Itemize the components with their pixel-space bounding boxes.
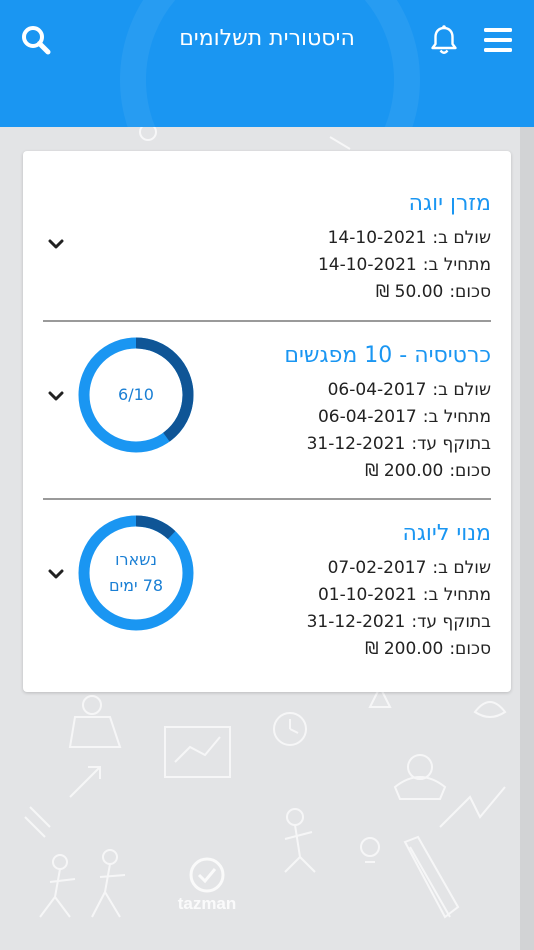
amount-row: סכום: 50.00 ₪ — [376, 281, 491, 303]
app-header: היסטורית תשלומים — [0, 0, 534, 127]
paid-date-row: שולם ב: 07-02-2017 — [328, 557, 491, 579]
payment-title: מנוי ליוגה — [402, 521, 491, 546]
search-icon — [22, 26, 51, 55]
tazman-logo: tazman — [178, 857, 237, 913]
amount-label: סכום: — [449, 282, 491, 302]
payment-title: כרטיסיה - 10 מפגשים — [284, 343, 491, 368]
valid-label: בתוקף עד: — [411, 434, 491, 454]
paid-label: שולם ב: — [432, 228, 491, 248]
valid-until-row: בתוקף עד: 31-12-2021 — [307, 611, 491, 633]
chevron-down-icon — [48, 569, 64, 579]
paid-label: שולם ב: — [432, 558, 491, 578]
sessions-progress-ring: 6/10 — [78, 337, 194, 453]
ring-label: 6/10 — [78, 337, 194, 453]
chevron-down-icon — [48, 391, 64, 401]
paid-date-row: שולם ב: 14-10-2021 — [328, 227, 491, 249]
paid-date: 14-10-2021 — [327, 228, 427, 248]
expand-button[interactable] — [45, 563, 67, 585]
start-label: מתחיל ב: — [422, 585, 491, 605]
expand-button[interactable] — [45, 233, 67, 255]
ring-label: נשארו 78 ימים — [78, 515, 194, 631]
scrollbar-track[interactable] — [520, 127, 534, 950]
payment-item[interactable]: מנוי ליוגה שולם ב: 07-02-2017 מתחיל ב: 0… — [23, 500, 511, 690]
paid-label: שולם ב: — [432, 380, 491, 400]
start-date-row: מתחיל ב: 06-04-2017 — [318, 406, 491, 428]
valid-date: 31-12-2021 — [306, 612, 406, 632]
svg-text:tazman: tazman — [178, 894, 237, 913]
start-date-row: מתחיל ב: 14-10-2021 — [318, 254, 491, 276]
start-label: מתחיל ב: — [422, 407, 491, 427]
amount-value: 50.00 ₪ — [375, 282, 444, 302]
paid-date: 06-04-2017 — [327, 380, 427, 400]
expand-button[interactable] — [45, 385, 67, 407]
days-remaining-value: 78 ימים — [108, 576, 164, 595]
payment-item[interactable]: מזרן יוגה שולם ב: 14-10-2021 מתחיל ב: 14… — [23, 151, 511, 321]
header-decoration — [120, 0, 420, 127]
days-remaining-label: נשארו — [115, 550, 157, 569]
amount-label: סכום: — [449, 639, 491, 659]
amount-value: 200.00 ₪ — [365, 639, 444, 659]
bell-icon — [431, 25, 457, 54]
amount-label: סכום: — [449, 461, 491, 481]
menu-icon — [484, 28, 512, 52]
chevron-down-icon — [48, 239, 64, 249]
days-remaining-ring: נשארו 78 ימים — [78, 515, 194, 631]
amount-value: 200.00 ₪ — [365, 461, 444, 481]
payment-item[interactable]: כרטיסיה - 10 מפגשים שולם ב: 06-04-2017 מ… — [23, 322, 511, 498]
notifications-button[interactable] — [426, 22, 462, 58]
valid-label: בתוקף עד: — [411, 612, 491, 632]
payment-title: מזרן יוגה — [408, 191, 491, 216]
search-button[interactable] — [18, 22, 54, 58]
amount-row: סכום: 200.00 ₪ — [365, 460, 491, 482]
valid-until-row: בתוקף עד: 31-12-2021 — [307, 433, 491, 455]
sessions-count: 6/10 — [118, 385, 154, 404]
menu-button[interactable] — [480, 22, 516, 58]
start-label: מתחיל ב: — [422, 255, 491, 275]
start-date: 14-10-2021 — [317, 255, 417, 275]
paid-date: 07-02-2017 — [327, 558, 427, 578]
valid-date: 31-12-2021 — [306, 434, 406, 454]
paid-date-row: שולם ב: 06-04-2017 — [328, 379, 491, 401]
start-date-row: מתחיל ב: 01-10-2021 — [318, 584, 491, 606]
amount-row: סכום: 200.00 ₪ — [365, 638, 491, 660]
start-date: 06-04-2017 — [317, 407, 417, 427]
payments-card: מזרן יוגה שולם ב: 14-10-2021 מתחיל ב: 14… — [23, 151, 511, 692]
start-date: 01-10-2021 — [317, 585, 417, 605]
